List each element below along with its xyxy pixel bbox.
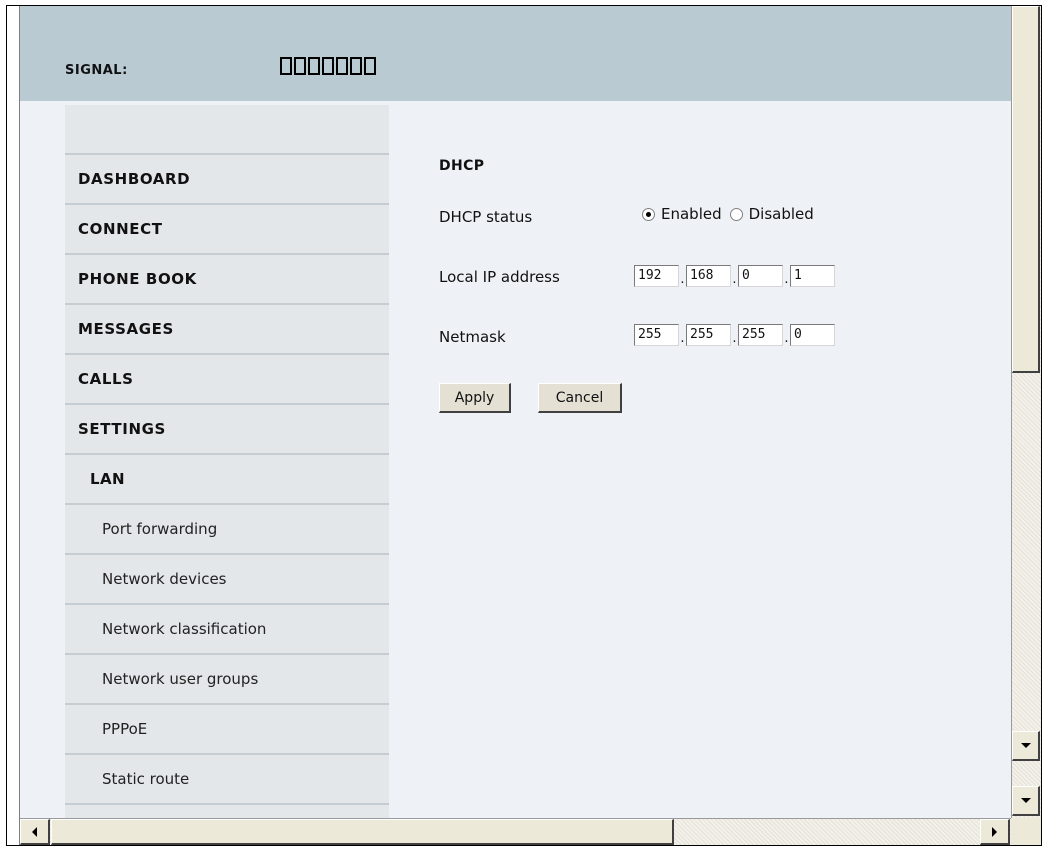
netmask-label: Netmask bbox=[439, 328, 506, 346]
browser-frame: SIGNAL: DASHBOARD CONNECT PHONE BOOK MESSAG… bbox=[6, 5, 1042, 846]
dhcp-status-label: DHCP status bbox=[439, 208, 533, 226]
dhcp-disabled-radio[interactable] bbox=[729, 207, 743, 221]
sidebar-item-phone-book[interactable]: PHONE BOOK bbox=[65, 255, 389, 305]
ip-dot: . bbox=[680, 272, 685, 287]
dhcp-enabled-radio[interactable] bbox=[642, 207, 655, 221]
sidebar-item-calls[interactable]: CALLS bbox=[65, 355, 389, 405]
netmask-octet-3[interactable]: 255 bbox=[738, 324, 783, 346]
dhcp-disabled-label[interactable]: Disabled bbox=[749, 205, 814, 223]
signal-bar bbox=[280, 57, 292, 75]
frame-left-border bbox=[7, 6, 20, 845]
sidebar-item-connect[interactable]: CONNECT bbox=[65, 205, 389, 255]
local-ip-octet-3[interactable]: 0 bbox=[738, 265, 783, 287]
dhcp-status-radio-group: Enabled Disabled bbox=[642, 205, 822, 223]
scroll-down-button[interactable] bbox=[1012, 786, 1040, 816]
ip-dot: . bbox=[680, 331, 685, 346]
scroll-left-button[interactable] bbox=[20, 819, 50, 845]
arrow-left-icon bbox=[32, 826, 37, 837]
signal-bar bbox=[336, 57, 348, 75]
netmask-octet-2[interactable]: 255 bbox=[686, 324, 731, 346]
local-ip-field: 192 . 168 . 0 . 1 bbox=[634, 265, 835, 287]
local-ip-octet-4[interactable]: 1 bbox=[790, 265, 835, 287]
ip-dot: . bbox=[732, 272, 737, 287]
vertical-scroll-thumb[interactable] bbox=[1012, 6, 1040, 373]
sidebar-nav: DASHBOARD CONNECT PHONE BOOK MESSAGES CALLS S… bbox=[65, 105, 389, 818]
dhcp-enabled-label[interactable]: Enabled bbox=[661, 205, 722, 223]
scroll-right-button[interactable] bbox=[980, 819, 1010, 845]
section-title: DHCP bbox=[439, 158, 485, 174]
signal-bar bbox=[294, 57, 306, 75]
arrow-down-icon bbox=[1020, 798, 1031, 803]
scrollbar-corner bbox=[1011, 818, 1041, 845]
scroll-down-button-upper[interactable] bbox=[1012, 731, 1040, 761]
ip-dot: . bbox=[784, 331, 789, 346]
sidebar-item-pppoe[interactable]: PPPoE bbox=[65, 705, 389, 755]
signal-bar bbox=[350, 57, 362, 75]
signal-bar bbox=[364, 57, 376, 75]
sidebar-item-port-forwarding[interactable]: Port forwarding bbox=[65, 505, 389, 555]
local-ip-octet-1[interactable]: 192 bbox=[634, 265, 679, 287]
vertical-scrollbar[interactable] bbox=[1011, 6, 1041, 818]
local-ip-label: Local IP address bbox=[439, 268, 560, 286]
netmask-octet-4[interactable]: 0 bbox=[790, 324, 835, 346]
signal-label: SIGNAL: bbox=[65, 63, 128, 78]
sidebar-top-spacer bbox=[65, 105, 389, 155]
sidebar-item-settings[interactable]: SETTINGS bbox=[65, 405, 389, 455]
netmask-field: 255 . 255 . 255 . 0 bbox=[634, 324, 835, 346]
ip-dot: . bbox=[784, 272, 789, 287]
sidebar-item-dashboard[interactable]: DASHBOARD bbox=[65, 155, 389, 205]
arrow-right-icon bbox=[992, 826, 997, 837]
page-viewport: SIGNAL: DASHBOARD CONNECT PHONE BOOK MESSAG… bbox=[20, 6, 1011, 818]
sidebar-item-lan[interactable]: LAN bbox=[65, 455, 389, 505]
sidebar-item-static-route[interactable]: Static route bbox=[65, 755, 389, 805]
apply-button[interactable]: Apply bbox=[439, 383, 511, 413]
signal-strength-indicator bbox=[280, 57, 376, 75]
sidebar-item-network-devices[interactable]: Network devices bbox=[65, 555, 389, 605]
netmask-octet-1[interactable]: 255 bbox=[634, 324, 679, 346]
ip-dot: . bbox=[732, 331, 737, 346]
signal-bar bbox=[308, 57, 320, 75]
horizontal-scrollbar[interactable] bbox=[20, 818, 1011, 845]
horizontal-scroll-thumb[interactable] bbox=[51, 819, 674, 845]
sidebar-item-network-user-groups[interactable]: Network user groups bbox=[65, 655, 389, 705]
sidebar-item-messages[interactable]: MESSAGES bbox=[65, 305, 389, 355]
signal-header: SIGNAL: bbox=[20, 6, 1011, 101]
local-ip-octet-2[interactable]: 168 bbox=[686, 265, 731, 287]
signal-bar bbox=[322, 57, 334, 75]
arrow-down-icon bbox=[1020, 743, 1031, 748]
cancel-button[interactable]: Cancel bbox=[538, 383, 622, 413]
sidebar-item-network-classification[interactable]: Network classification bbox=[65, 605, 389, 655]
